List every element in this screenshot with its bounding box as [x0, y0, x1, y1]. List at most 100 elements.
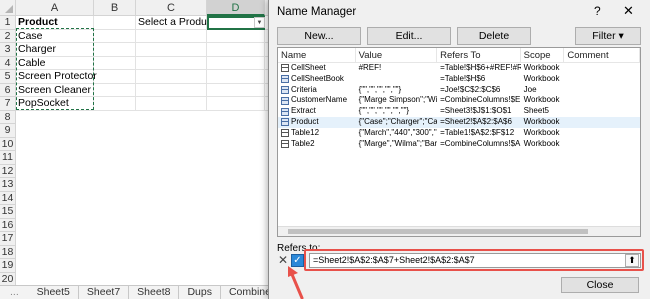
row-header[interactable]: 18 — [0, 245, 16, 259]
close-button[interactable]: Close — [561, 277, 639, 293]
cell[interactable] — [94, 56, 136, 70]
column-header-d[interactable]: D — [207, 0, 265, 16]
cell[interactable] — [136, 56, 207, 70]
list-item[interactable]: CellSheet #REF! =Table!$H$6+#REF!#REF!Work… — [278, 63, 640, 74]
column-headers: A B C D — [16, 0, 285, 16]
refers-to-field[interactable]: =Sheet2!$A$2:$A$7+Sheet2!$A$2:$A$7 — [309, 253, 641, 268]
row-header[interactable]: 16 — [0, 218, 16, 232]
sheet-tab-sheet7[interactable]: Sheet7 — [79, 285, 130, 299]
sheet-tab-sheet5[interactable]: Sheet5 — [29, 285, 79, 299]
filter-button[interactable]: Filter ▾ — [575, 27, 641, 45]
horizontal-scrollbar[interactable] — [278, 226, 640, 236]
row-header[interactable]: 7 — [0, 97, 16, 111]
close-icon[interactable]: ✕ — [623, 3, 634, 19]
column-header-value[interactable]: Value — [356, 48, 438, 62]
row-header[interactable]: 20 — [0, 272, 16, 286]
row-header[interactable]: 5 — [0, 70, 16, 84]
row-header[interactable]: 19 — [0, 259, 16, 273]
sheet-tab-dups[interactable]: Dups — [179, 285, 221, 299]
tab-scroll-nav[interactable]: ... — [0, 286, 29, 299]
scope-cell: Workbook — [523, 138, 560, 148]
refers-cell: =Sheet2!$A$2:$A$6 — [440, 116, 512, 126]
list-item[interactable]: CustomerName {"Marge Simpson";"Wi... =Comb… — [278, 95, 640, 106]
comment-cell — [564, 128, 640, 139]
cell[interactable] — [94, 43, 136, 57]
name-cell: CellSheet — [278, 63, 356, 74]
row-header[interactable]: 14 — [0, 191, 16, 205]
row-header[interactable]: 13 — [0, 178, 16, 192]
cell-a2[interactable]: Case — [16, 29, 94, 43]
row-header[interactable]: 11 — [0, 151, 16, 165]
collapse-dialog-icon[interactable]: ⬆ — [625, 254, 639, 267]
list-item[interactable]: CellSheetBook =Table!$H$6 Workbook — [278, 74, 640, 85]
row-header[interactable]: 8 — [0, 110, 16, 124]
column-header-c[interactable]: C — [136, 0, 207, 16]
cell[interactable] — [207, 70, 265, 84]
column-header-refers-to[interactable]: Refers To — [437, 48, 521, 62]
cell-c1[interactable]: Select a Product: — [136, 16, 218, 30]
cell[interactable] — [136, 43, 207, 57]
column-header-name[interactable]: Name — [278, 48, 356, 62]
select-all-corner[interactable] — [0, 0, 16, 16]
cell[interactable] — [136, 29, 207, 43]
cell-b1[interactable] — [94, 16, 136, 30]
edit-button[interactable]: Edit... — [367, 27, 451, 45]
data-validation-dropdown-button[interactable]: ▼ — [254, 17, 265, 28]
column-header-scope[interactable]: Scope — [521, 48, 565, 62]
new-button[interactable]: New... — [277, 27, 361, 45]
list-item[interactable]: Extract {"","","","","",""} =Sheet3!$J$1:$… — [278, 106, 640, 117]
cell[interactable] — [94, 70, 136, 84]
value-cell: #REF! — [358, 63, 382, 72]
column-header-comment[interactable]: Comment — [564, 48, 640, 62]
delete-button[interactable]: Delete — [457, 27, 531, 45]
row-header[interactable]: 6 — [0, 83, 16, 97]
cell[interactable] — [207, 97, 265, 111]
cell[interactable] — [136, 70, 207, 84]
refers-cell: =CombineColumns!$A... — [440, 138, 521, 148]
name-text: Criteria — [291, 84, 317, 94]
cell-a4[interactable]: Cable — [16, 56, 94, 70]
row-header[interactable]: 1 — [0, 16, 16, 30]
row-header[interactable]: 9 — [0, 124, 16, 138]
list-item[interactable]: Product {"Case";"Charger";"Ca... =Sheet2!$… — [278, 116, 640, 128]
list-item[interactable]: Criteria {"","","","",""} =Joe!$C$2:$C$6 Jo… — [278, 85, 640, 96]
cell-a7[interactable]: PopSocket — [16, 97, 94, 111]
cell[interactable] — [207, 56, 265, 70]
column-header-a[interactable]: A — [16, 0, 94, 16]
cell-a6[interactable]: Screen Cleaner — [16, 83, 94, 97]
row-header[interactable]: 4 — [0, 56, 16, 70]
column-header-b[interactable]: B — [94, 0, 136, 16]
cell-a3[interactable]: Charger — [16, 43, 94, 57]
names-list-rows: CellSheet#REF!=Table!$H$6+#REF!#REF!Work… — [278, 63, 640, 149]
help-button[interactable]: ? — [594, 4, 601, 18]
comment-cell — [564, 139, 640, 150]
cell-grid[interactable]: Product Select a Product: Case Charger C… — [16, 16, 285, 111]
cell[interactable] — [207, 29, 265, 43]
row-header[interactable]: 3 — [0, 43, 16, 57]
list-item[interactable]: Table12 {"March","440","300","... =Table1!… — [278, 128, 640, 139]
comment-cell — [564, 85, 640, 96]
cell-a5[interactable]: Screen Protector — [16, 70, 97, 84]
range-icon — [281, 96, 289, 105]
row-header[interactable]: 12 — [0, 164, 16, 178]
row-header[interactable]: 10 — [0, 137, 16, 151]
list-item[interactable]: Table2 {"Marge","Wilma";"Bar... =CombineCo… — [278, 139, 640, 150]
cell-a1[interactable]: Product — [16, 16, 94, 30]
row-header[interactable]: 15 — [0, 205, 16, 219]
row-header[interactable]: 17 — [0, 232, 16, 246]
cell[interactable] — [94, 83, 136, 97]
cell[interactable] — [207, 83, 265, 97]
row-header[interactable]: 2 — [0, 29, 16, 43]
range-icon — [281, 85, 289, 94]
cancel-edit-icon[interactable]: ✕ — [277, 254, 289, 267]
cell[interactable] — [94, 29, 136, 43]
cell[interactable] — [94, 97, 136, 111]
cell[interactable] — [136, 83, 207, 97]
cell[interactable] — [207, 43, 265, 57]
names-list[interactable]: Name Value Refers To Scope Comment CellS… — [277, 47, 641, 237]
sheet-tab-sheet8[interactable]: Sheet8 — [129, 285, 180, 299]
name-text: CustomerName — [291, 95, 348, 105]
cell[interactable] — [136, 97, 207, 111]
scrollbar-thumb[interactable] — [288, 229, 588, 234]
commit-edit-checkmark-icon[interactable]: ✓ — [291, 254, 304, 267]
